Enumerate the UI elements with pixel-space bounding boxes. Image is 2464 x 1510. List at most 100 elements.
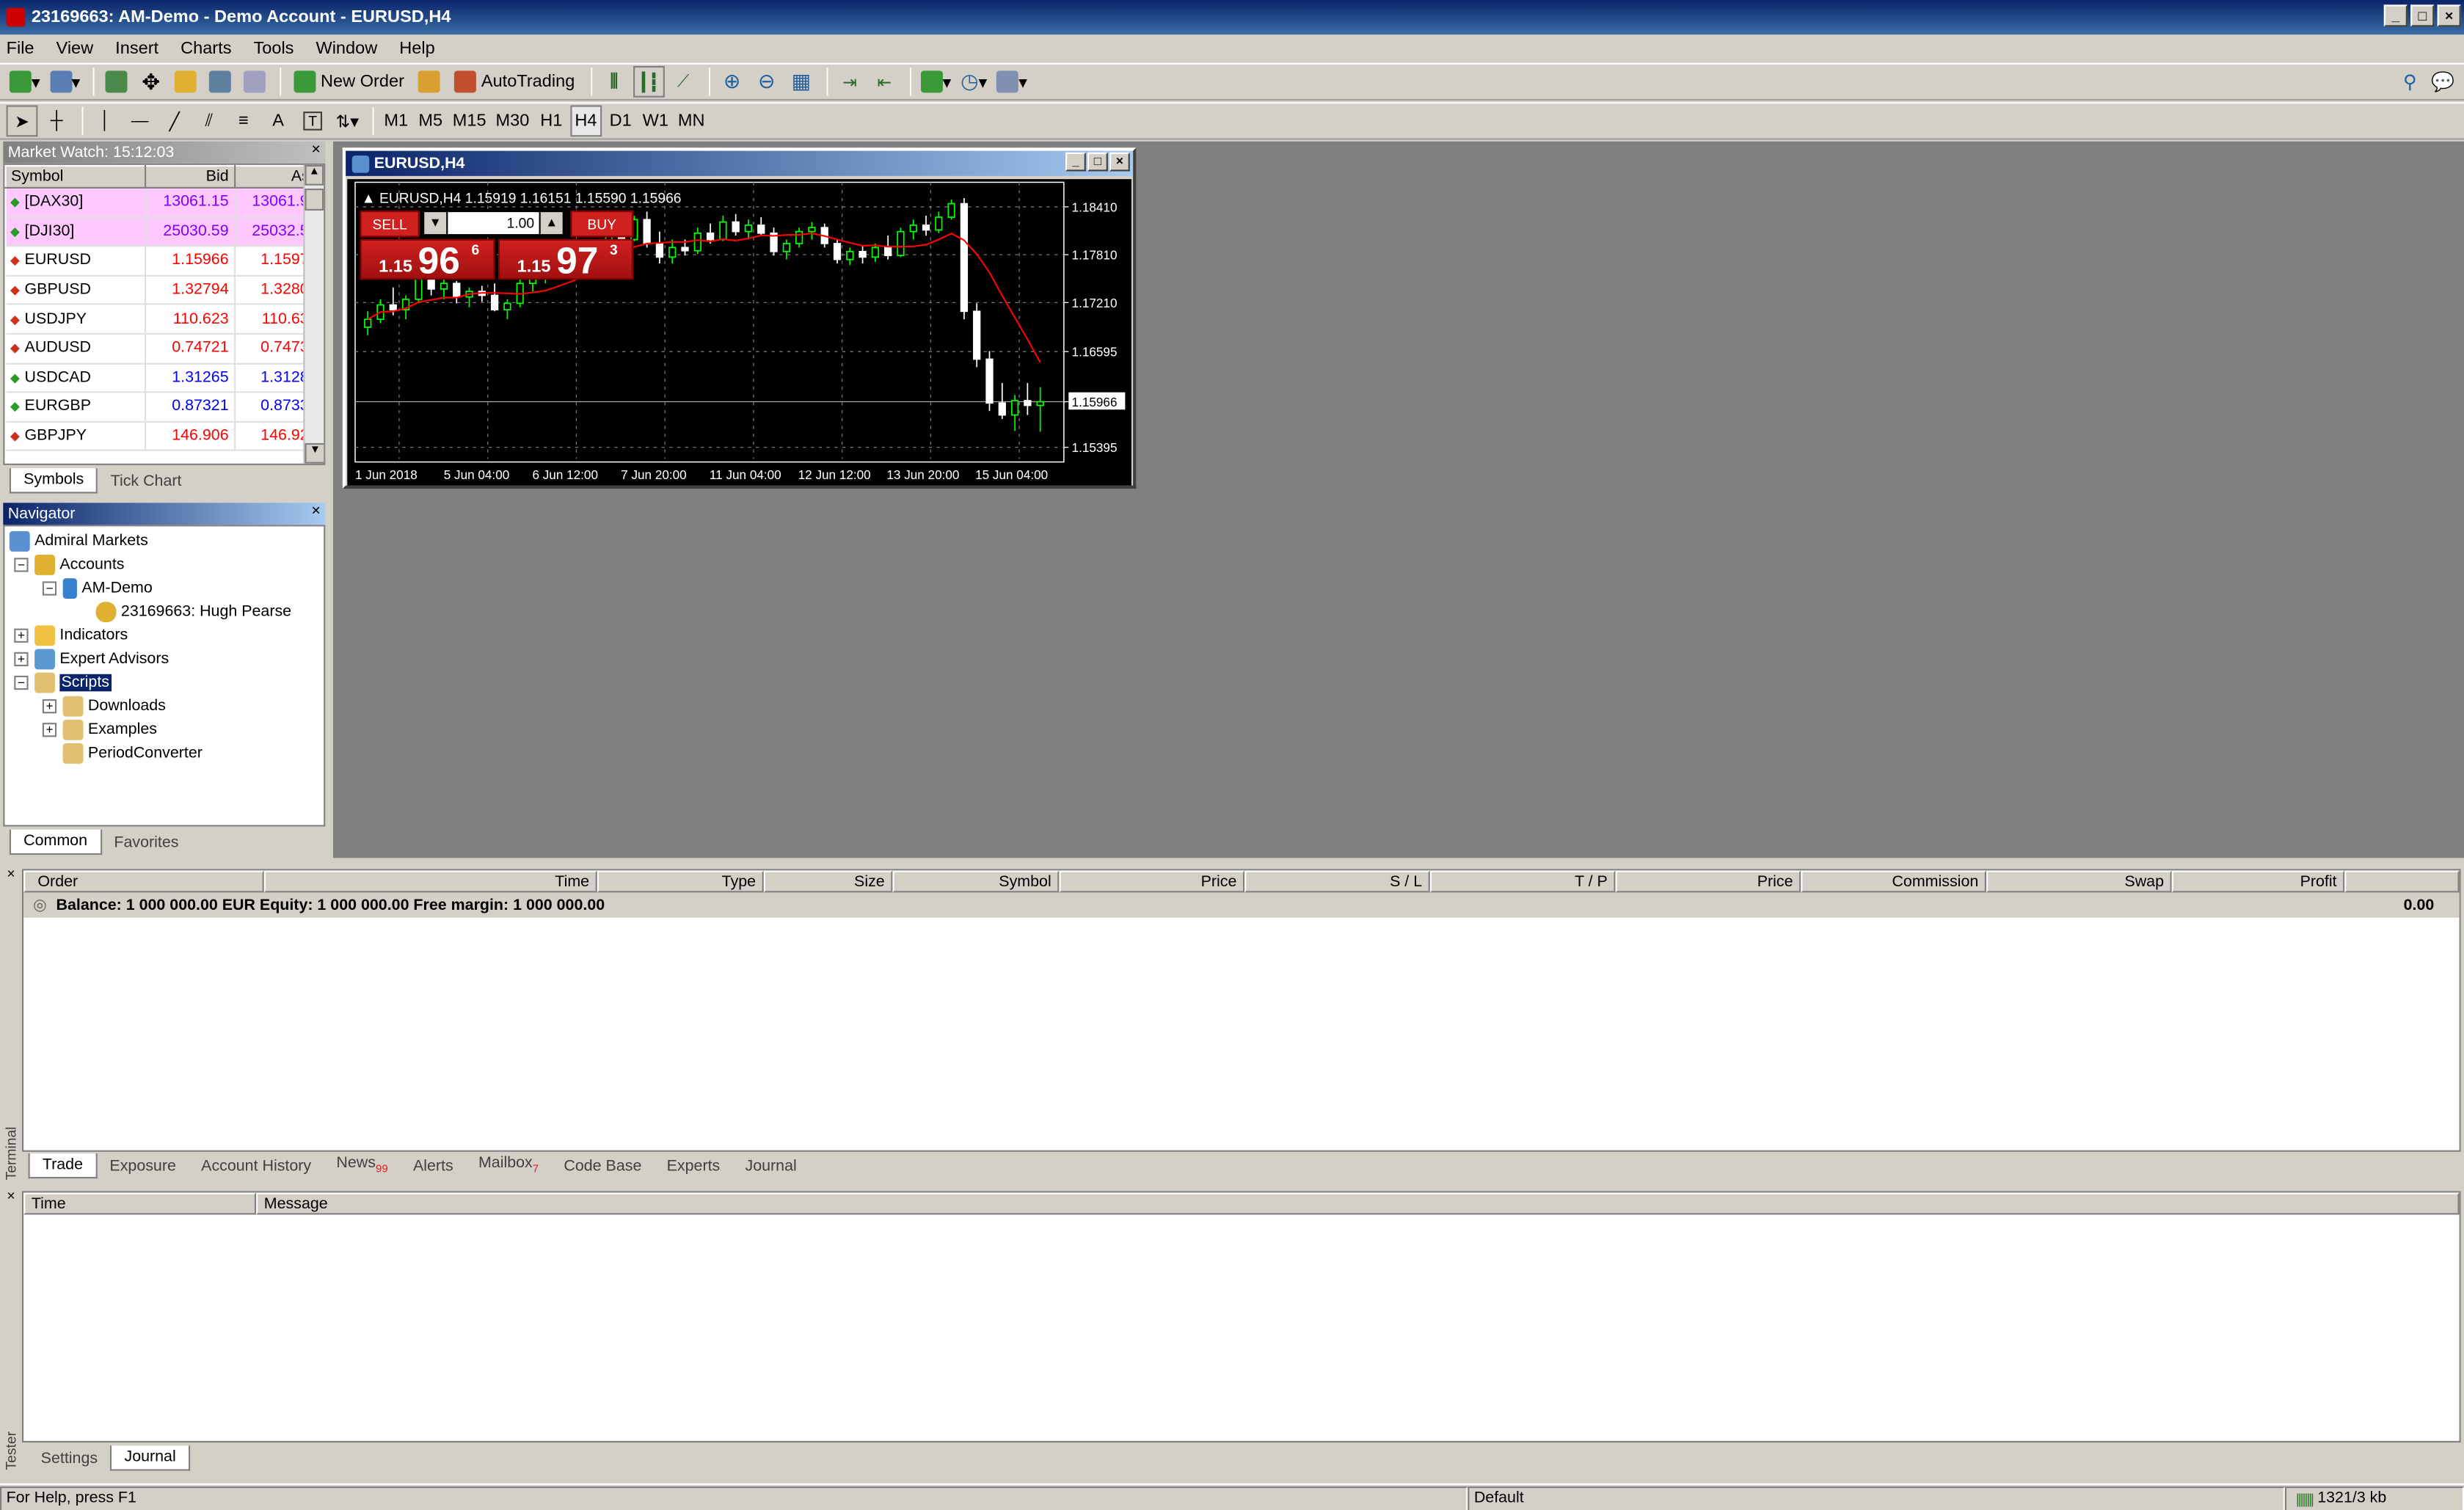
market-watch-scrollbar[interactable]: ▲ ▼ — [303, 164, 324, 464]
terminal-col-4[interactable]: Symbol — [892, 870, 1060, 893]
terminal-col-9[interactable]: Commission — [1801, 870, 1986, 893]
tf-m30[interactable]: M30 — [492, 105, 532, 136]
terminal-col-7[interactable]: T / P — [1429, 870, 1616, 893]
terminal-close-icon[interactable]: × — [7, 866, 15, 881]
market-watch-row[interactable]: ◆ [DJI30] 25030.59 25032.59 — [5, 216, 324, 247]
col-time[interactable]: Time — [23, 1192, 257, 1215]
market-watch-row[interactable]: ◆ AUDUSD 0.74721 0.74732 — [5, 334, 324, 364]
tf-h4[interactable]: H4 — [569, 105, 602, 137]
text-label-button[interactable]: T — [297, 105, 329, 136]
minimize-button[interactable]: _ — [2383, 4, 2407, 27]
terminal-col-0[interactable]: Order — [23, 870, 264, 893]
periods-button[interactable]: ◷ ▾ — [958, 66, 991, 98]
tree-item-accounts[interactable]: − Accounts — [4, 553, 324, 577]
tf-m5[interactable]: M5 — [415, 105, 446, 136]
equidistant-channel-button[interactable]: ⫽ — [193, 105, 225, 136]
close-icon[interactable]: × — [311, 142, 321, 159]
chart-minimize-button[interactable]: _ — [1065, 152, 1086, 172]
chart-close-button[interactable]: × — [1109, 152, 1130, 172]
expand-icon[interactable]: + — [42, 723, 57, 737]
strategy-tester-button[interactable] — [239, 66, 271, 98]
tab-favorites[interactable]: Favorites — [101, 831, 191, 855]
balance-row[interactable]: ◎ Balance: 1 000 000.00 EUR Equity: 1 00… — [23, 892, 2460, 918]
tab-news[interactable]: News99 — [324, 1152, 401, 1178]
tab-mailbox[interactable]: Mailbox7 — [466, 1152, 551, 1178]
tree-item-downloads[interactable]: + Downloads — [4, 695, 324, 718]
tree-item-indicators[interactable]: + Indicators — [4, 624, 324, 647]
new-chart-button[interactable]: ▾ — [7, 66, 43, 98]
indicators-button[interactable]: ▾ — [917, 66, 954, 98]
profiles-button[interactable]: ▾ — [46, 66, 83, 98]
new-order-button[interactable]: New Order — [288, 66, 410, 98]
lot-up-button[interactable]: ▲ — [540, 212, 563, 235]
collapse-icon[interactable]: − — [42, 581, 57, 596]
buy-button[interactable]: BUY — [570, 210, 634, 238]
terminal-col-5[interactable]: Price — [1059, 870, 1245, 893]
lot-down-button[interactable]: ▼ — [424, 212, 447, 235]
tab-account-history[interactable]: Account History — [189, 1155, 324, 1178]
market-watch-row[interactable]: ◆ GBPJPY 146.906 146.927 — [5, 421, 324, 452]
title-bar[interactable]: 23169663: AM-Demo - Demo Account - EURUS… — [0, 0, 2464, 35]
trendline-button[interactable]: ╱ — [158, 105, 190, 136]
market-watch-row[interactable]: ◆ USDJPY 110.623 110.634 — [5, 304, 324, 335]
metaeditor-button[interactable] — [414, 66, 445, 98]
tf-d1[interactable]: D1 — [605, 105, 636, 136]
text-button[interactable]: A — [263, 105, 294, 136]
menu-insert[interactable]: Insert — [115, 40, 158, 59]
terminal-col-11[interactable]: Profit — [2171, 870, 2345, 893]
market-watch-row[interactable]: ◆ [DAX30] 13061.15 13061.95 — [5, 187, 324, 218]
autotrading-button[interactable]: AutoTrading — [448, 66, 581, 98]
menu-window[interactable]: Window — [316, 40, 377, 59]
terminal-col-6[interactable]: S / L — [1244, 870, 1430, 893]
tab-experts[interactable]: Experts — [655, 1155, 733, 1178]
tree-item-examples[interactable]: + Examples — [4, 718, 324, 742]
profile-name[interactable]: Default — [1468, 1485, 2285, 1510]
terminal-col-2[interactable]: Type — [597, 870, 764, 893]
terminal-col-3[interactable]: Size — [763, 870, 893, 893]
collapse-icon[interactable]: − — [14, 675, 29, 690]
lot-input[interactable]: 1.00 — [448, 212, 539, 235]
tf-h1[interactable]: H1 — [536, 105, 567, 136]
sell-button[interactable]: SELL — [360, 210, 420, 238]
zoom-in-button[interactable]: ⊕ — [716, 66, 748, 98]
terminal-col-10[interactable]: Swap — [1986, 870, 2172, 893]
crosshair-button[interactable]: ┼ — [41, 105, 73, 136]
arrows-button[interactable]: ⇅▾ — [332, 105, 363, 136]
tab-trade[interactable]: Trade — [28, 1153, 98, 1179]
tree-item-expert-advisors[interactable]: + Expert Advisors — [4, 647, 324, 671]
vertical-line-button[interactable]: │ — [90, 105, 121, 136]
tf-m15[interactable]: M15 — [449, 105, 489, 136]
terminal-col-8[interactable]: Price — [1615, 870, 1801, 893]
maximize-button[interactable]: □ — [2410, 4, 2435, 27]
close-button[interactable]: × — [2437, 4, 2461, 27]
menu-charts[interactable]: Charts — [181, 40, 231, 59]
sell-price[interactable]: 1.15 96 6 — [360, 238, 495, 282]
chart-window-titlebar[interactable]: EURUSD,H4 _ □ × — [346, 150, 1134, 176]
collapse-icon[interactable]: − — [14, 558, 29, 572]
tree-item-periodconverter[interactable]: PeriodConverter — [4, 742, 324, 765]
zoom-out-button[interactable]: ⊖ — [751, 66, 782, 98]
tab-common[interactable]: Common — [9, 829, 102, 856]
col-bid[interactable]: Bid — [145, 164, 236, 189]
menu-tools[interactable]: Tools — [253, 40, 294, 59]
terminal-button[interactable] — [205, 66, 236, 98]
market-watch-button[interactable] — [101, 66, 132, 98]
search-icon[interactable]: ⚲ — [2403, 70, 2417, 92]
buy-price[interactable]: 1.15 97 3 — [497, 238, 634, 282]
tab-tester-journal[interactable]: Journal — [110, 1445, 191, 1471]
fibonacci-button[interactable]: ≡ — [228, 105, 260, 136]
chart-shift-button[interactable]: ⇤ — [869, 66, 900, 98]
line-chart-button[interactable]: ⟋ — [668, 66, 699, 98]
tester-close-icon[interactable]: × — [7, 1188, 15, 1203]
navigator-button[interactable] — [170, 66, 201, 98]
tab-tick-chart[interactable]: Tick Chart — [98, 470, 194, 493]
tab-symbols[interactable]: Symbols — [9, 468, 98, 494]
tf-w1[interactable]: W1 — [639, 105, 671, 136]
tree-item-admiral-markets[interactable]: Admiral Markets — [4, 530, 324, 553]
tab-code-base[interactable]: Code Base — [551, 1155, 654, 1178]
tf-mn[interactable]: MN — [675, 105, 708, 136]
menu-file[interactable]: File — [7, 40, 34, 59]
tf-m1[interactable]: M1 — [380, 105, 412, 136]
tab-journal[interactable]: Journal — [732, 1155, 809, 1178]
templates-button[interactable]: ▾ — [994, 66, 1030, 98]
